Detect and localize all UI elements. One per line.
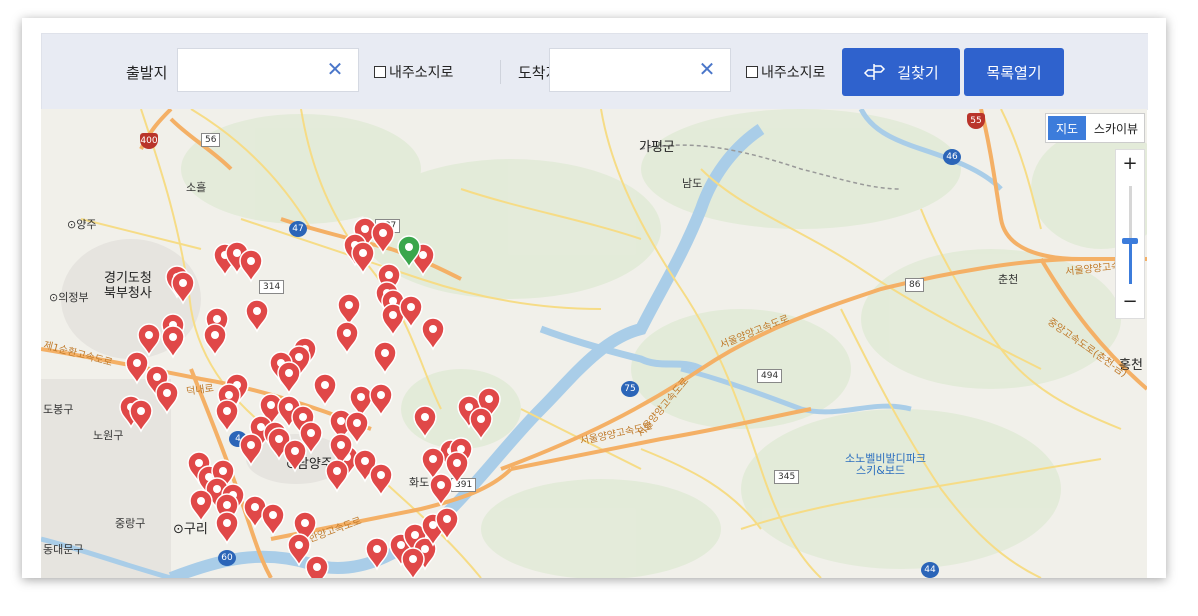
destination-input[interactable] (550, 49, 710, 91)
checkbox-box[interactable] (374, 66, 386, 78)
map-pin-icon[interactable] (245, 299, 269, 333)
destination-field[interactable]: ✕ (549, 48, 731, 92)
map-pin-icon[interactable] (171, 271, 195, 305)
open-list-button[interactable]: 목록열기 (964, 48, 1064, 96)
map-pin-icon[interactable] (401, 547, 425, 578)
find-route-label: 길찾기 (897, 63, 939, 82)
map-pin-icon[interactable] (277, 361, 301, 395)
map-pin-icon[interactable] (421, 317, 445, 351)
origin-my-address-label: 내주소지로 (389, 65, 454, 81)
map-pin-icon[interactable] (137, 323, 161, 357)
origin-label: 출발지 (126, 64, 168, 82)
map-pin-icon[interactable] (469, 407, 493, 441)
map-pin-icon[interactable] (365, 537, 389, 571)
map-type-toggle: 지도 스카이뷰 (1045, 113, 1145, 143)
destination-my-address-checkbox[interactable]: 내주소지로 (746, 62, 825, 82)
route-search-bar: 출발지 ✕ 내주소지로 도착지 ✕ 내주소지로 길찾기 목록열기 (41, 33, 1148, 110)
map-pin-icon[interactable] (287, 533, 311, 567)
checkbox-box[interactable] (746, 66, 758, 78)
map-view-button[interactable]: 지도 (1048, 116, 1086, 140)
zoom-handle[interactable] (1122, 238, 1138, 244)
map-pin-icon[interactable] (335, 321, 359, 355)
map-canvas[interactable]: 가평군 남도 ⊙양주 경기도청 북부청사 ⊙의정부 소흘 ⊙남양주 ⊙구리 노원… (41, 109, 1147, 578)
map-pin-icon[interactable] (239, 249, 263, 283)
map-pin-icon[interactable] (351, 241, 375, 275)
map-pin-icon[interactable] (313, 373, 337, 407)
map-pin-icon[interactable] (325, 459, 349, 493)
map-pin-icon[interactable] (161, 325, 185, 359)
map-pin-icon[interactable] (337, 293, 361, 327)
divider (500, 60, 501, 84)
skyview-button[interactable]: 스카이뷰 (1088, 114, 1144, 142)
zoom-fill (1129, 240, 1132, 284)
map-widget: 출발지 ✕ 내주소지로 도착지 ✕ 내주소지로 길찾기 목록열기 가평군 남도 … (22, 18, 1166, 578)
map-pin-icon[interactable] (413, 405, 437, 439)
map-pin-icon[interactable] (369, 463, 393, 497)
map-pin-icon[interactable] (155, 381, 179, 415)
destination-my-address-label: 내주소지로 (761, 65, 826, 81)
map-pin-icon[interactable] (369, 383, 393, 417)
map-pin-icon[interactable] (215, 399, 239, 433)
origin-field[interactable]: ✕ (177, 48, 359, 92)
map-pin-icon[interactable] (215, 511, 239, 545)
origin-input[interactable] (178, 49, 338, 91)
map-pin-icon[interactable] (373, 341, 397, 375)
open-list-label: 목록열기 (986, 63, 1042, 82)
zoom-out-button[interactable]: − (1116, 290, 1144, 314)
map-pin-icon[interactable] (371, 221, 395, 255)
origin-my-address-checkbox[interactable]: 내주소지로 (374, 62, 453, 82)
map-pin-icon[interactable] (203, 323, 227, 357)
origin-clear-icon[interactable]: ✕ (326, 59, 344, 79)
map-pin-icon[interactable] (189, 489, 213, 523)
map-pin-icon[interactable] (261, 503, 285, 537)
map-pin-icon[interactable] (239, 433, 263, 467)
map-pin-icon[interactable] (125, 351, 149, 385)
map-pin-icon[interactable] (429, 473, 453, 507)
destination-clear-icon[interactable]: ✕ (698, 59, 716, 79)
map-pin-icon[interactable] (283, 439, 307, 473)
signpost-icon (864, 64, 886, 80)
find-route-button[interactable]: 길찾기 (842, 48, 960, 96)
zoom-in-button[interactable]: + (1116, 152, 1144, 176)
zoom-control: + − (1115, 149, 1145, 319)
map-pin-icon[interactable] (399, 295, 423, 329)
marker-layer (119, 217, 501, 578)
map-pin-icon[interactable] (305, 555, 329, 578)
map-pin-icon[interactable] (129, 399, 153, 433)
